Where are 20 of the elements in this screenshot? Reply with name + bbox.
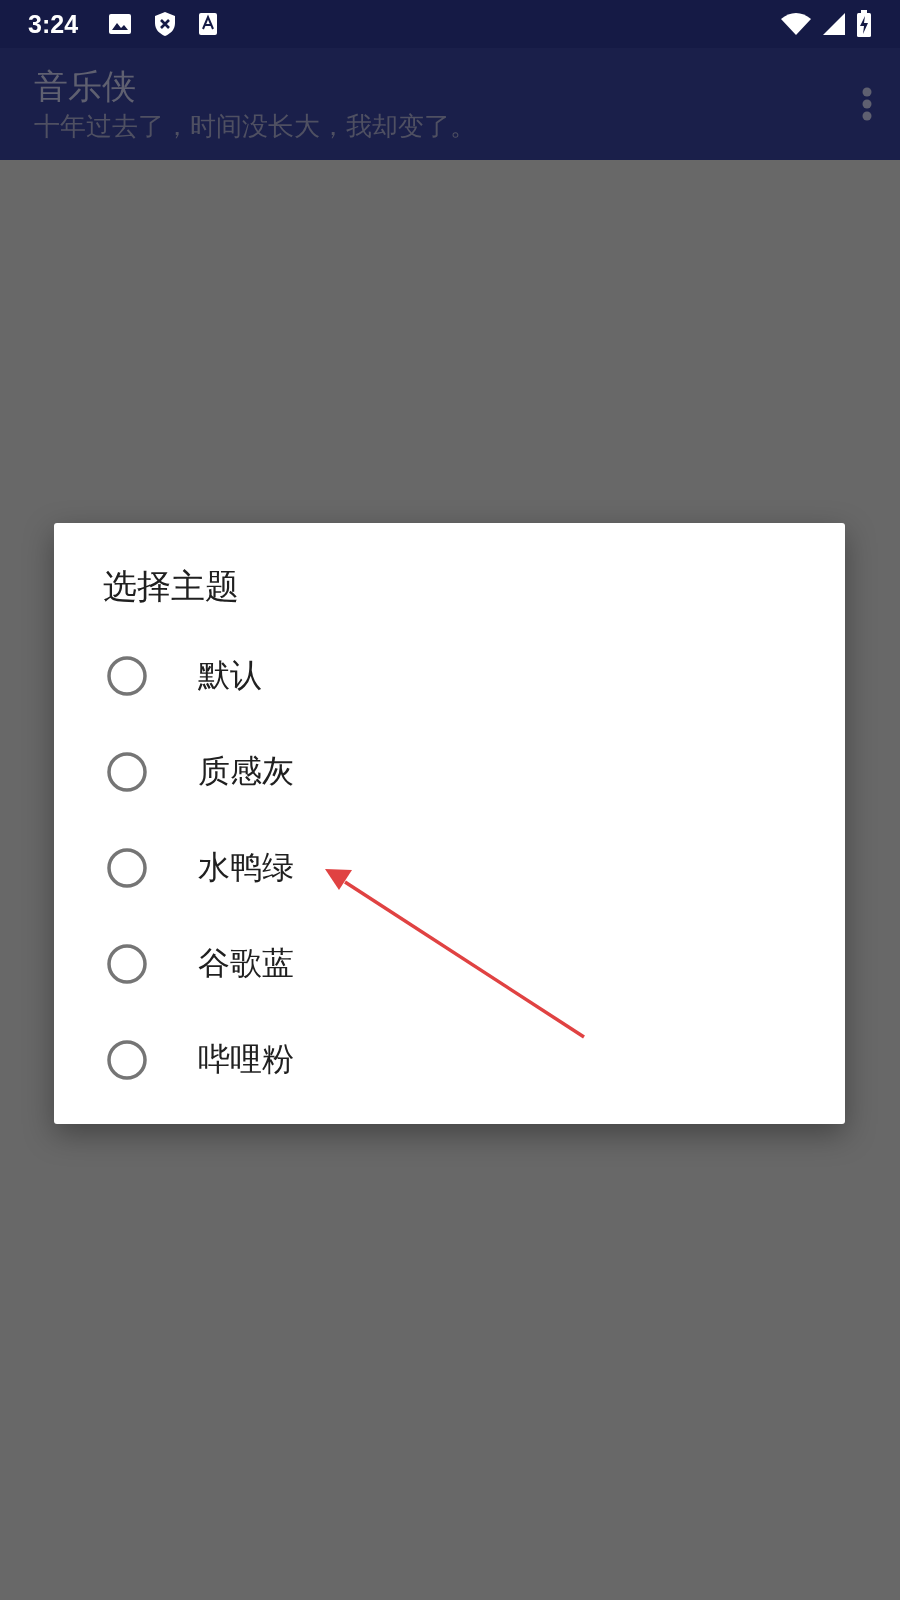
- shield-x-icon: [154, 11, 177, 37]
- radio-button[interactable]: [106, 1039, 148, 1081]
- app-title: 音乐侠: [34, 65, 137, 108]
- battery-icon: [856, 10, 872, 38]
- more-options-icon[interactable]: [862, 87, 872, 121]
- theme-option[interactable]: 质感灰: [198, 750, 294, 794]
- radio-button[interactable]: [106, 847, 148, 889]
- theme-option[interactable]: 水鸭绿: [198, 846, 294, 890]
- dialog-title: 选择主题: [103, 565, 240, 608]
- radio-button[interactable]: [106, 655, 148, 697]
- theme-option[interactable]: 谷歌蓝: [198, 942, 294, 986]
- text-box-icon: [198, 12, 219, 36]
- theme-option[interactable]: 默认: [198, 654, 262, 698]
- wifi-icon: [780, 12, 812, 36]
- status-time: 3:24: [28, 9, 79, 39]
- signal-icon: [822, 12, 846, 36]
- image-icon: [108, 13, 133, 35]
- radio-button[interactable]: [106, 751, 148, 793]
- radio-button[interactable]: [106, 943, 148, 985]
- theme-option[interactable]: 哔哩粉: [198, 1038, 294, 1082]
